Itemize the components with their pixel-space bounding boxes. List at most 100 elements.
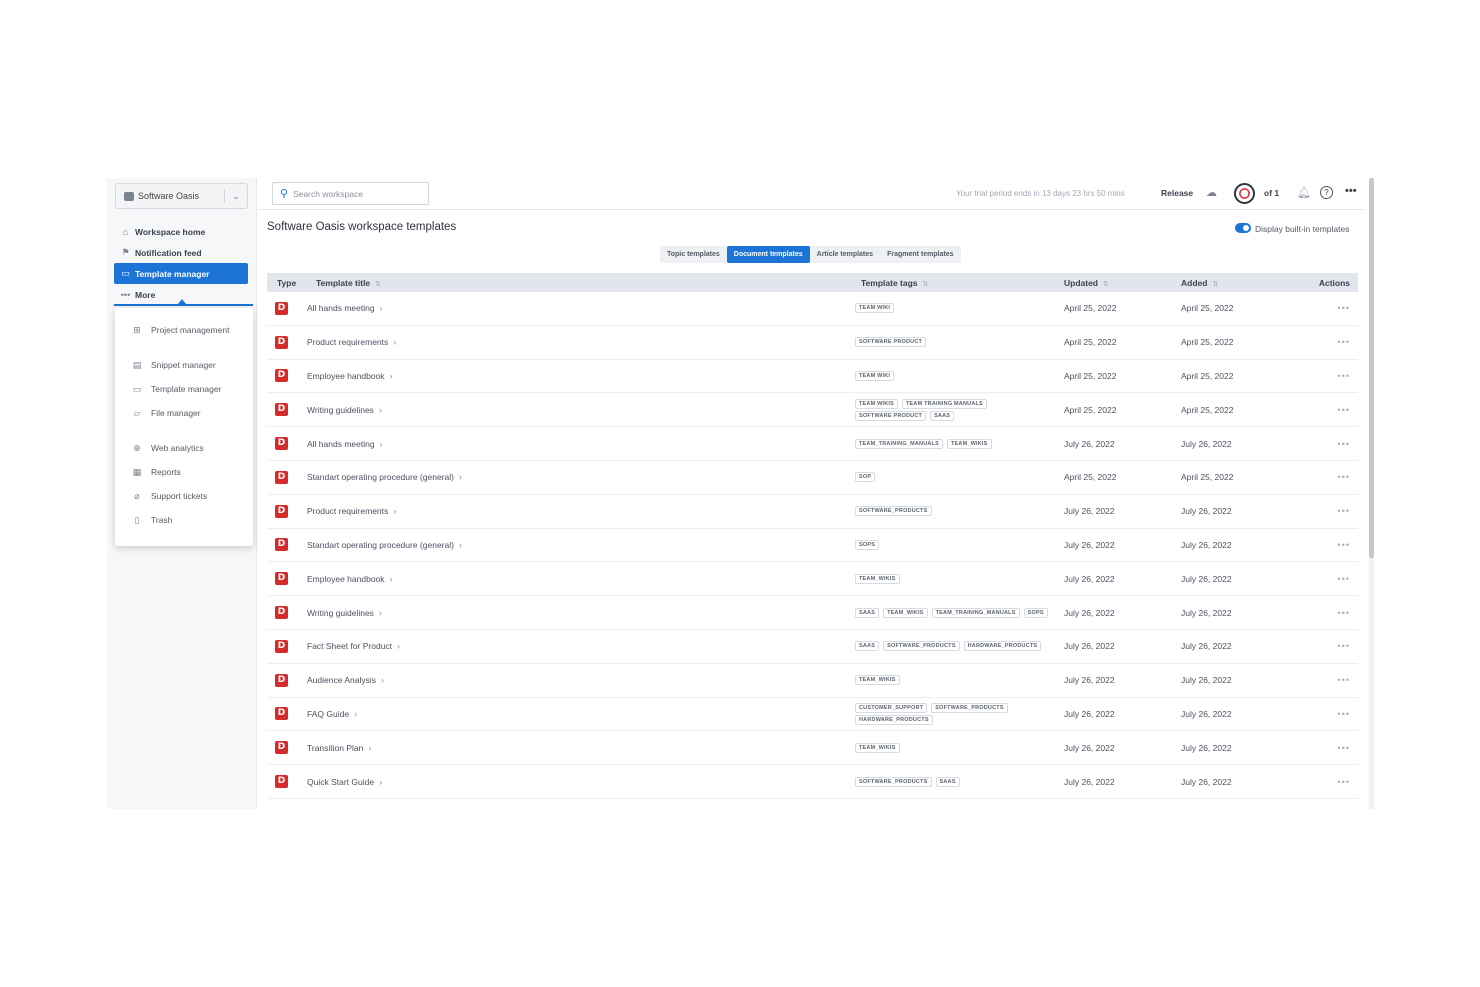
title-cell[interactable]: All hands meeting › (307, 439, 861, 449)
row-actions-icon[interactable]: ••• (1338, 472, 1350, 482)
chevron-right-icon[interactable]: › (459, 540, 462, 550)
chevron-right-icon[interactable]: › (393, 337, 396, 347)
table-row[interactable]: D FAQ Guide › CUSTOMER_SUPPORT SOFTWARE_PROD… (267, 698, 1358, 732)
built-in-templates-toggle[interactable] (1235, 223, 1251, 233)
row-actions-icon[interactable]: ••• (1338, 675, 1350, 685)
title-cell[interactable]: Fact Sheet for Product › (307, 641, 861, 651)
template-title[interactable]: All hands meeting (307, 303, 375, 313)
title-cell[interactable]: Transition Plan › (307, 743, 861, 753)
template-title[interactable]: Product requirements (307, 506, 388, 516)
title-cell[interactable]: Standart operating procedure (general) › (307, 472, 861, 482)
row-actions-icon[interactable]: ••• (1338, 371, 1350, 381)
template-title[interactable]: Employee handbook (307, 371, 385, 381)
scrollbar-thumb[interactable] (1369, 178, 1374, 558)
tab-article-templates[interactable]: Article templates (810, 246, 880, 263)
row-actions-icon[interactable]: ••• (1338, 405, 1350, 415)
title-cell[interactable]: Employee handbook › (307, 574, 861, 584)
sidebar-item-template-manager[interactable]: ▭ Template manager (114, 263, 248, 284)
search-input[interactable]: ⚲ Search workspace (272, 182, 429, 205)
chevron-right-icon[interactable]: › (354, 709, 357, 719)
row-actions-icon[interactable]: ••• (1338, 303, 1350, 313)
template-title[interactable]: Writing guidelines (307, 405, 374, 415)
more-options-icon[interactable]: ••• (1345, 185, 1357, 197)
row-actions-icon[interactable]: ••• (1338, 506, 1350, 516)
menu-item-snippet-manager[interactable]: ▤ Snippet manager (115, 353, 253, 377)
template-title[interactable]: All hands meeting (307, 439, 375, 449)
title-cell[interactable]: Product requirements › (307, 506, 861, 516)
header-added[interactable]: Added ⇅ (1181, 278, 1298, 288)
chevron-right-icon[interactable]: › (393, 506, 396, 516)
menu-item-trash[interactable]: ▯ Trash (115, 508, 253, 532)
title-cell[interactable]: Product requirements › (307, 337, 861, 347)
title-cell[interactable]: Quick Start Guide › (307, 777, 861, 787)
table-row[interactable]: D Quick Start Guide › SOFTWARE_PRODUCTS SAAS… (267, 765, 1358, 799)
template-title[interactable]: Quick Start Guide (307, 777, 374, 787)
menu-item-reports[interactable]: ▦ Reports (115, 460, 253, 484)
template-title[interactable]: Standart operating procedure (general) (307, 540, 454, 550)
table-row[interactable]: D Writing guidelines › SAAS TEAM_WIKIS TEAM_T… (267, 596, 1358, 630)
table-row[interactable]: D Employee handbook › TEAM WIKI April 25, 20… (267, 360, 1358, 394)
title-cell[interactable]: Writing guidelines › (307, 608, 861, 618)
chevron-right-icon[interactable]: › (368, 743, 371, 753)
row-actions-icon[interactable]: ••• (1338, 709, 1350, 719)
menu-item-project-management[interactable]: ⊞ Project management (115, 318, 253, 342)
chevron-right-icon[interactable]: › (381, 675, 384, 685)
chevron-right-icon[interactable]: › (390, 371, 393, 381)
row-actions-icon[interactable]: ••• (1338, 743, 1350, 753)
table-row[interactable]: D Fact Sheet for Product › SAAS SOFTWARE_PRO… (267, 630, 1358, 664)
sidebar-item-notification-feed[interactable]: ⚑ Notification feed (114, 242, 248, 263)
chevron-right-icon[interactable]: › (379, 405, 382, 415)
chevron-right-icon[interactable]: › (390, 574, 393, 584)
table-row[interactable]: D All hands meeting › TEAM WIKI April 25, 20… (267, 292, 1358, 326)
chevron-right-icon[interactable]: › (380, 303, 383, 313)
row-actions-icon[interactable]: ••• (1338, 641, 1350, 651)
chevron-right-icon[interactable]: › (380, 439, 383, 449)
avatar[interactable] (1234, 183, 1255, 204)
table-row[interactable]: D Standart operating procedure (general) ›… (267, 461, 1358, 495)
title-cell[interactable]: Standart operating procedure (general) › (307, 540, 861, 550)
table-row[interactable]: D Audience Analysis › TEAM_WIKIS July 26, 20… (267, 664, 1358, 698)
header-tags[interactable]: Template tags ⇅ (861, 278, 1064, 288)
title-cell[interactable]: All hands meeting › (307, 303, 861, 313)
tab-fragment-templates[interactable]: Fragment templates (880, 246, 961, 263)
chevron-right-icon[interactable]: › (379, 608, 382, 618)
row-actions-icon[interactable]: ••• (1338, 337, 1350, 347)
header-title[interactable]: Template title ⇅ (307, 278, 861, 288)
menu-item-template-manager[interactable]: ▭ Template manager (115, 377, 253, 401)
tab-topic-templates[interactable]: Topic templates (660, 246, 727, 263)
chevron-down-icon[interactable]: ⌄ (225, 191, 247, 202)
table-row[interactable]: D All hands meeting › TEAM_TRAINING_MANUALS… (267, 427, 1358, 461)
template-title[interactable]: Product requirements (307, 337, 388, 347)
template-title[interactable]: Fact Sheet for Product (307, 641, 392, 651)
row-actions-icon[interactable]: ••• (1338, 574, 1350, 584)
chevron-right-icon[interactable]: › (397, 641, 400, 651)
menu-item-support-tickets[interactable]: ⌀ Support tickets (115, 484, 253, 508)
table-row[interactable]: D Product requirements › SOFTWARE PRODUCT Ap… (267, 326, 1358, 360)
chevron-right-icon[interactable]: › (459, 472, 462, 482)
table-row[interactable]: D Standart operating procedure (general) ›… (267, 529, 1358, 563)
chevron-right-icon[interactable]: › (379, 777, 382, 787)
table-row[interactable]: D Employee handbook › TEAM_WIKIS July 26, 20… (267, 562, 1358, 597)
row-actions-icon[interactable]: ••• (1338, 777, 1350, 787)
tab-document-templates[interactable]: Document templates (726, 246, 810, 263)
menu-item-file-manager[interactable]: ▱ File manager (115, 401, 253, 425)
template-title[interactable]: FAQ Guide (307, 709, 349, 719)
row-actions-icon[interactable]: ••• (1338, 439, 1350, 449)
bell-icon[interactable]: 🔔︎ (1297, 186, 1311, 199)
title-cell[interactable]: FAQ Guide › (307, 709, 861, 719)
template-title[interactable]: Writing guidelines (307, 608, 374, 618)
menu-item-web-analytics[interactable]: ⊕ Web analytics (115, 436, 253, 460)
release-button[interactable]: Release (1161, 188, 1193, 198)
title-cell[interactable]: Employee handbook › (307, 371, 861, 381)
title-cell[interactable]: Writing guidelines › (307, 405, 861, 415)
template-title[interactable]: Transition Plan (307, 743, 363, 753)
sidebar-item-workspace-home[interactable]: ⌂ Workspace home (114, 221, 248, 242)
template-title[interactable]: Audience Analysis (307, 675, 376, 685)
workspace-select[interactable]: Software Oasis ⌄ (115, 183, 248, 209)
header-updated[interactable]: Updated ⇅ (1064, 278, 1181, 288)
table-row[interactable]: D Transition Plan › TEAM_WIKIS July 26, 2022… (267, 731, 1358, 766)
row-actions-icon[interactable]: ••• (1338, 608, 1350, 618)
help-icon[interactable]: ? (1320, 186, 1333, 199)
template-title[interactable]: Standart operating procedure (general) (307, 472, 454, 482)
title-cell[interactable]: Audience Analysis › (307, 675, 861, 685)
